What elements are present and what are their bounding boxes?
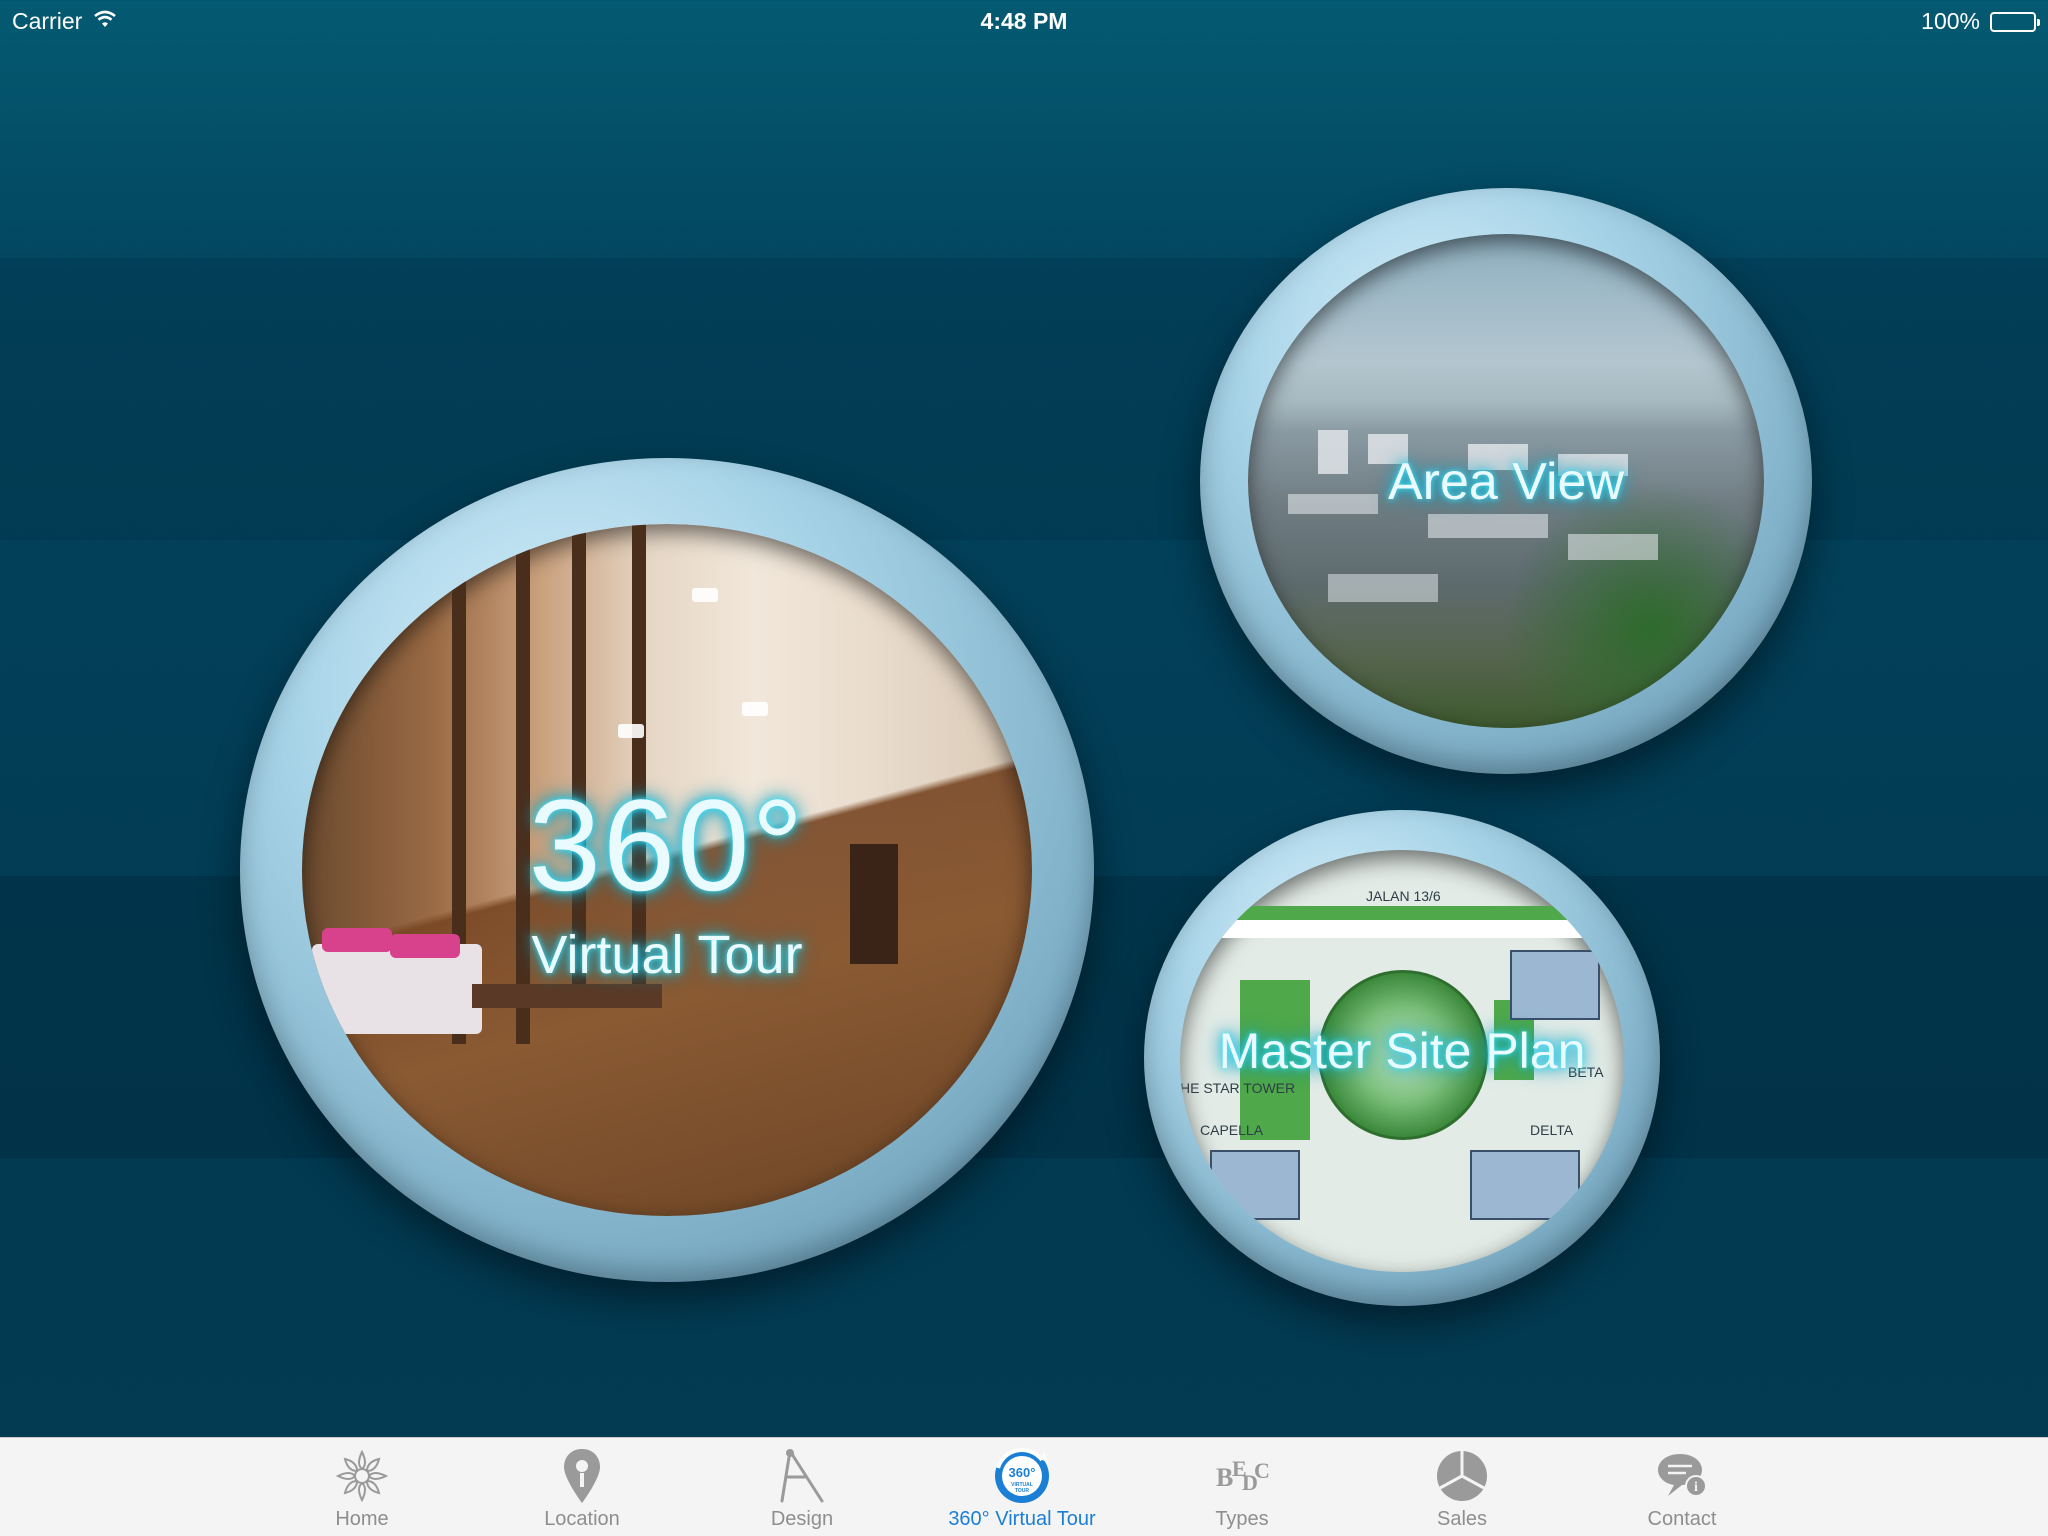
- map-label: CAPELLA: [1200, 1122, 1264, 1138]
- speech-bubble-info-icon: i: [1652, 1446, 1712, 1506]
- tour-subtitle: Virtual Tour: [531, 925, 803, 985]
- tour-title-360: 360°: [528, 772, 806, 918]
- svg-text:TOUR: TOUR: [1015, 1488, 1029, 1494]
- map-pin-icon: [552, 1446, 612, 1506]
- virtual-tour-360-icon: 360° VIRTUAL TOUR: [992, 1446, 1052, 1506]
- compass-drafting-icon: [772, 1446, 832, 1506]
- status-time: 4:48 PM: [980, 8, 1068, 34]
- master-site-plan-label: Master Site Plan: [1218, 1023, 1586, 1079]
- map-label: JALAN 13/6: [1366, 888, 1441, 904]
- flower-icon: [332, 1446, 392, 1506]
- battery-icon: [1990, 11, 2040, 32]
- svg-text:i: i: [1694, 1480, 1698, 1495]
- tab-label: Types: [1215, 1508, 1269, 1530]
- area-view-tile[interactable]: Area View: [1200, 188, 1812, 774]
- status-bar: Carrier 4:48 PM 100%: [0, 0, 2048, 40]
- tab-design[interactable]: Design: [702, 1438, 902, 1536]
- master-site-plan-tile[interactable]: JALAN 13/6 HE STAR TOWER BETA CAPELLA DE…: [1144, 810, 1660, 1306]
- tab-home[interactable]: Home: [262, 1438, 462, 1536]
- map-label: DELTA: [1530, 1122, 1574, 1138]
- status-right: 100%: [1921, 8, 2040, 35]
- pie-chart-icon: [1432, 1446, 1492, 1506]
- tab-label: Design: [770, 1508, 834, 1530]
- tab-sales[interactable]: Sales: [1362, 1438, 1562, 1536]
- tab-contact[interactable]: i Contact: [1582, 1438, 1782, 1536]
- svg-text:B: B: [1216, 1463, 1233, 1492]
- tab-bar: Home Location Design 360° VIRTUAL TOUR 3…: [0, 1437, 2048, 1536]
- tab-label: Home: [335, 1508, 389, 1530]
- tab-label: Location: [544, 1508, 620, 1530]
- battery-percent: 100%: [1921, 8, 1980, 34]
- tab-label: Sales: [1436, 1508, 1488, 1530]
- tab-location[interactable]: Location: [482, 1438, 682, 1536]
- virtual-tour-tile[interactable]: 360° Virtual Tour: [240, 458, 1094, 1282]
- area-view-label: Area View: [1387, 453, 1625, 511]
- tab-label: 360° Virtual Tour: [948, 1508, 1096, 1530]
- tab-virtual-tour[interactable]: 360° VIRTUAL TOUR 360° Virtual Tour: [922, 1438, 1122, 1536]
- tab-label: Contact: [1647, 1508, 1717, 1530]
- map-label: HE STAR TOWER: [1180, 1080, 1296, 1096]
- svg-text:C: C: [1254, 1458, 1270, 1483]
- tab-types[interactable]: B E D C Types: [1142, 1438, 1342, 1536]
- types-icon: B E D C: [1212, 1446, 1272, 1506]
- svg-text:360°: 360°: [1009, 1465, 1036, 1480]
